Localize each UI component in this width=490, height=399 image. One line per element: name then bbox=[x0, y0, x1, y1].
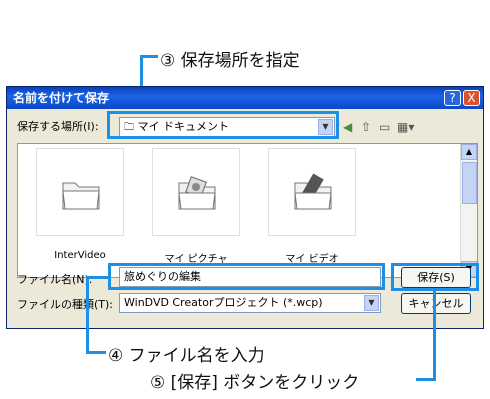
vertical-scrollbar[interactable]: ▲ ▼ bbox=[460, 144, 477, 277]
file-item-my-videos[interactable]: マイ ビデオ bbox=[264, 146, 360, 274]
annotation-step4: ④ ファイル名を入力 bbox=[108, 346, 265, 366]
file-label: InterVideo bbox=[54, 250, 106, 261]
up-folder-icon[interactable]: ⇧ bbox=[361, 120, 371, 134]
annotation-line bbox=[416, 378, 436, 381]
videos-folder-icon bbox=[268, 148, 356, 236]
filetype-combo[interactable]: WinDVD Creatorプロジェクト (*.wcp) ▼ bbox=[119, 293, 381, 313]
chevron-down-icon[interactable]: ▼ bbox=[364, 295, 379, 311]
scroll-thumb[interactable] bbox=[462, 162, 477, 204]
annotation-line bbox=[433, 291, 436, 381]
folder-icon bbox=[36, 148, 124, 236]
filetype-label: ファイルの種類(T): bbox=[17, 298, 114, 311]
annotation-step5: ⑤ [保存] ボタンをクリック bbox=[150, 373, 360, 393]
scroll-up-icon[interactable]: ▲ bbox=[461, 144, 477, 160]
pictures-folder-icon bbox=[152, 148, 240, 236]
save-in-label: 保存する場所(I): bbox=[17, 120, 99, 133]
annotation-step3: ③ 保存場所を指定 bbox=[160, 51, 300, 71]
dialog-title: 名前を付けて保存 bbox=[7, 87, 483, 109]
highlight-save-button bbox=[391, 263, 479, 291]
file-item-intervideo[interactable]: InterVideo bbox=[32, 146, 128, 274]
annotation-line bbox=[86, 276, 108, 279]
highlight-save-in bbox=[107, 111, 339, 139]
new-folder-icon[interactable]: ▭ bbox=[379, 120, 390, 134]
cancel-button[interactable]: キャンセル bbox=[401, 293, 471, 314]
view-menu-icon[interactable]: ▦▾ bbox=[397, 120, 414, 134]
file-list[interactable]: InterVideo マイ ピクチャ マイ ビデオ ▲ bbox=[17, 143, 478, 278]
filename-label: ファイル名(N): bbox=[17, 273, 93, 286]
filetype-value: WinDVD Creatorプロジェクト (*.wcp) bbox=[124, 296, 323, 309]
annotation-line bbox=[86, 276, 89, 354]
highlight-filename bbox=[108, 263, 385, 290]
close-button[interactable]: X bbox=[463, 90, 480, 106]
help-button[interactable]: ? bbox=[444, 90, 461, 106]
back-icon[interactable]: ◀ bbox=[343, 120, 352, 134]
file-item-my-pictures[interactable]: マイ ピクチャ bbox=[148, 146, 244, 274]
annotation-line bbox=[86, 351, 106, 354]
